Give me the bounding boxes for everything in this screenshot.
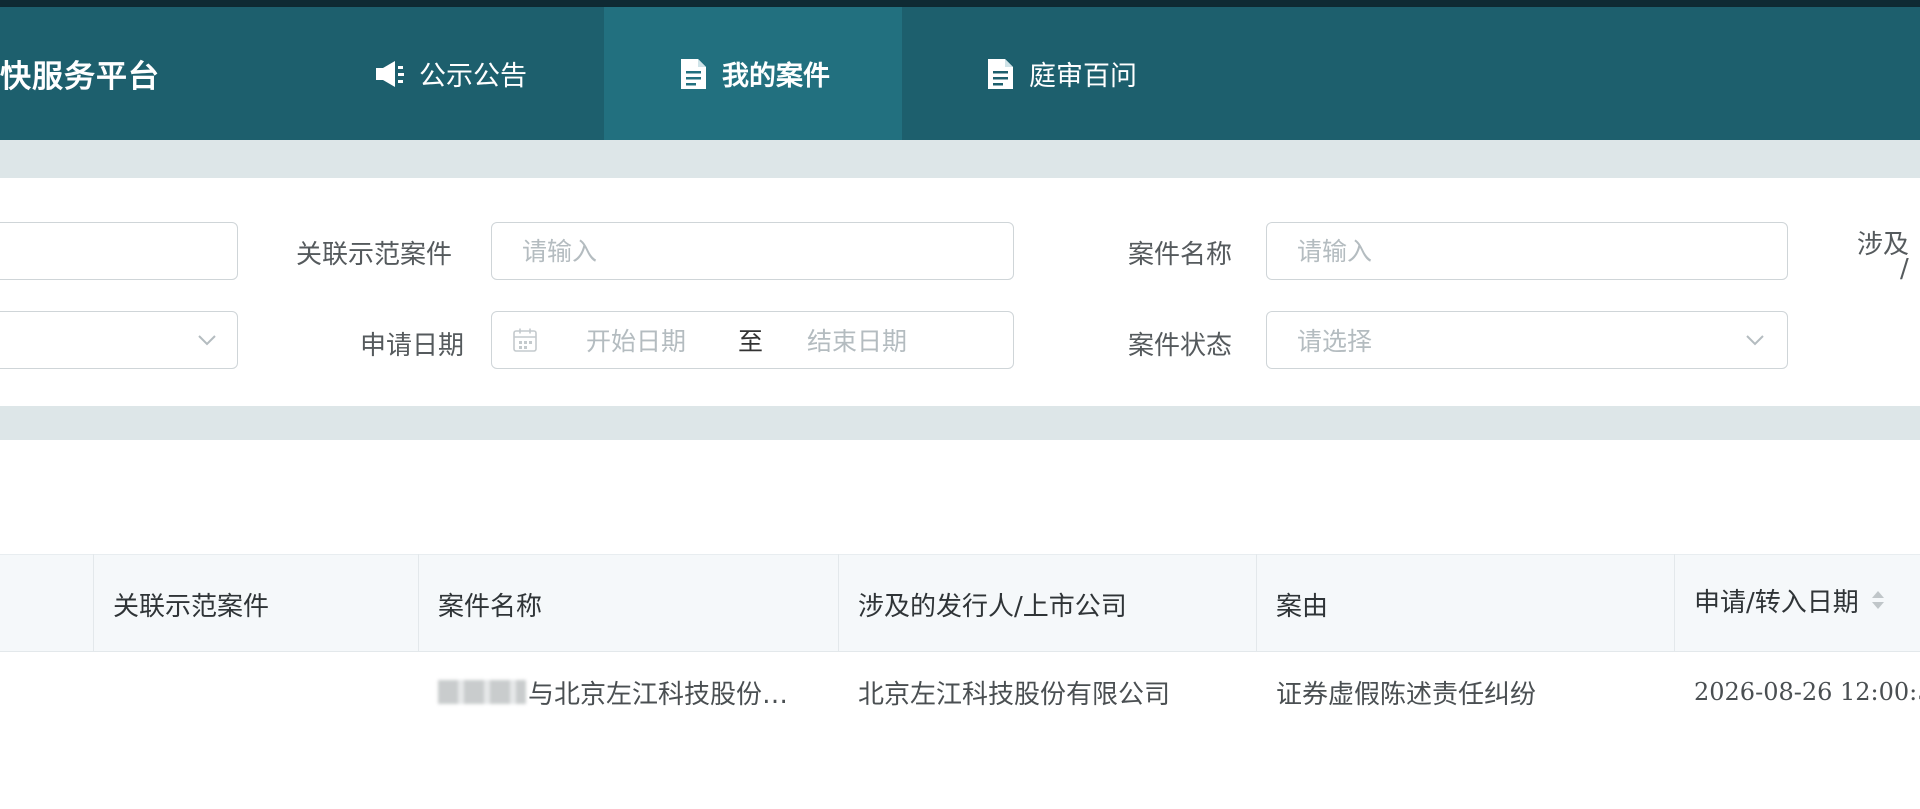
header-bar: 快服务平台 公示公告 我的案件 庭审百问 bbox=[0, 7, 1920, 140]
page: 快服务平台 公示公告 我的案件 庭审百问 关联示范案件 请输入 申请日期 开始日… bbox=[0, 0, 1920, 809]
column-header-apply-date[interactable]: 申请/转入日期 bbox=[1674, 555, 1920, 653]
document-icon bbox=[681, 58, 706, 89]
issuer-filter-label-partial-line2: / bbox=[1900, 254, 1909, 284]
end-date-placeholder[interactable]: 结束日期 bbox=[807, 322, 907, 358]
case-name-label: 案件名称 bbox=[1128, 240, 1233, 270]
nav-item-trial-qa[interactable]: 庭审百问 bbox=[960, 7, 1160, 140]
filter-panel: 关联示范案件 申请日期 开始日期 至 结束日期 案件名称 案件状态 bbox=[0, 178, 1920, 406]
cell-cause: 证券虚假陈述责任纠纷 bbox=[1276, 679, 1537, 710]
table-header: 关联示范案件 案件名称 涉及的发行人/上市公司 案由 申请/转入日期 bbox=[0, 554, 1920, 652]
filter-top-band bbox=[0, 140, 1920, 178]
cell-related-case bbox=[93, 652, 418, 732]
header-top-edge bbox=[0, 0, 1920, 7]
left-partial-input[interactable] bbox=[0, 222, 238, 280]
megaphone-icon bbox=[376, 60, 404, 87]
redacted-name bbox=[438, 680, 526, 704]
date-range-separator: 至 bbox=[738, 327, 764, 356]
apply-date-range[interactable]: 开始日期 至 结束日期 bbox=[491, 311, 1014, 369]
column-header-issuer: 涉及的发行人/上市公司 bbox=[858, 591, 1127, 622]
column-header-related-case: 关联示范案件 bbox=[113, 591, 270, 622]
nav-item-my-cases[interactable]: 我的案件 bbox=[604, 7, 902, 140]
calendar-icon bbox=[513, 328, 537, 352]
chevron-down-icon bbox=[1746, 335, 1764, 346]
column-header-case-name: 案件名称 bbox=[438, 591, 543, 622]
related-case-input[interactable] bbox=[491, 222, 1014, 280]
column-header-apply-date-label: 申请/转入日期 bbox=[1694, 587, 1859, 618]
case-name-input[interactable] bbox=[1266, 222, 1788, 280]
apply-date-label: 申请日期 bbox=[360, 331, 465, 361]
cell-issuer: 北京左江科技股份有限公司 bbox=[858, 679, 1171, 710]
chevron-down-icon bbox=[198, 335, 216, 346]
nav-label-trial-qa: 庭审百问 bbox=[1029, 61, 1137, 92]
case-status-select[interactable]: 请选择 bbox=[1266, 311, 1788, 369]
document-icon bbox=[988, 58, 1013, 89]
nav-item-announcements[interactable]: 公示公告 bbox=[340, 7, 560, 140]
cell-apply-date: 2026-08-26 12:00:51 bbox=[1694, 678, 1920, 706]
cell-case-name[interactable]: 与北京左江科技股份… bbox=[418, 652, 838, 732]
start-date-placeholder[interactable]: 开始日期 bbox=[586, 322, 686, 358]
case-status-label: 案件状态 bbox=[1128, 331, 1233, 361]
left-partial-select[interactable] bbox=[0, 311, 238, 369]
column-header-cause: 案由 bbox=[1276, 591, 1329, 622]
table-row[interactable]: 与北京左江科技股份… 北京左江科技股份有限公司 证券虚假陈述责任纠纷 2026-… bbox=[0, 652, 1920, 732]
cell-case-name-text: 与北京左江科技股份… bbox=[528, 679, 789, 710]
nav-label-my-cases: 我的案件 bbox=[722, 61, 830, 92]
related-case-label: 关联示范案件 bbox=[296, 240, 453, 270]
filter-bottom-band bbox=[0, 406, 1920, 440]
sort-icon[interactable] bbox=[1871, 588, 1885, 612]
case-status-placeholder: 请选择 bbox=[1297, 327, 1373, 356]
nav-label-announcements: 公示公告 bbox=[419, 61, 527, 92]
app-title: 快服务平台 bbox=[0, 59, 160, 95]
